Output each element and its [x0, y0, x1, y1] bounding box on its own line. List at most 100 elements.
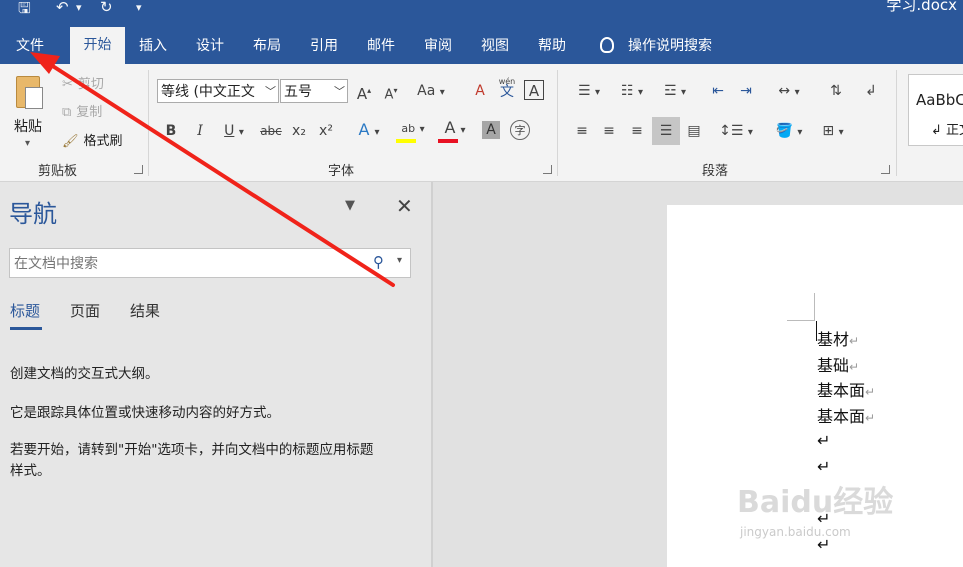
- tab-review[interactable]: 审阅: [424, 33, 452, 59]
- tab-layout[interactable]: 布局: [253, 33, 281, 59]
- search-input[interactable]: [12, 251, 366, 277]
- brush-icon: 🖌: [62, 134, 79, 149]
- customize-quick-access-icon[interactable]: ▾: [136, 1, 142, 14]
- clipboard-group-label: 剪贴板: [38, 164, 78, 179]
- paste-button[interactable]: 粘贴 ▾: [8, 72, 52, 156]
- clipboard-launcher-icon[interactable]: [134, 165, 143, 174]
- font-color-button[interactable]: A ▾: [437, 118, 473, 143]
- sort-button[interactable]: ⇅: [825, 81, 847, 101]
- font-launcher-icon[interactable]: [543, 165, 552, 174]
- document-line: 基础↵: [817, 356, 860, 375]
- paste-dropdown-icon: ▾: [25, 138, 31, 149]
- tab-mailings[interactable]: 邮件: [367, 33, 395, 59]
- tell-me-box[interactable]: 操作说明搜索: [600, 33, 712, 59]
- font-name-value: 等线 (中文正文: [161, 84, 255, 100]
- nav-description-2: 它是跟踪具体位置或快速移动内容的好方式。: [10, 405, 280, 421]
- redo-icon[interactable]: ↻: [100, 0, 113, 16]
- phonetic-guide-button[interactable]: wén 文: [496, 76, 518, 99]
- character-shading-button[interactable]: A: [482, 121, 500, 139]
- distributed-button[interactable]: ▤: [683, 121, 705, 141]
- document-page[interactable]: 基材↵ 基础↵ 基本面↵ 基本面↵ ↵ ↵ ↵ ↵ Baidu经验 jingya…: [667, 205, 963, 567]
- subscript-button[interactable]: x₂: [289, 121, 309, 141]
- tab-insert[interactable]: 插入: [139, 33, 167, 59]
- group-separator: [557, 70, 558, 176]
- watermark-url: jingyan.baidu.com: [740, 525, 851, 539]
- group-separator: [148, 70, 149, 176]
- decrease-indent-button[interactable]: ⇤: [707, 81, 729, 101]
- tab-file[interactable]: 文件: [16, 33, 44, 59]
- style-normal[interactable]: AaBbC ↲ 正文: [908, 74, 963, 146]
- character-border-button[interactable]: A: [524, 80, 544, 100]
- align-center-icon: ≡: [603, 123, 615, 139]
- distributed-icon: ▤: [687, 123, 701, 139]
- search-icon[interactable]: ⚲: [373, 253, 384, 271]
- lightbulb-icon: [600, 37, 614, 53]
- paste-label: 粘贴: [14, 119, 42, 135]
- superscript-button[interactable]: x²: [316, 121, 336, 141]
- title-bar: 🖫 ↶ ▾ ↻ ▾ 学习.docx: [0, 0, 963, 19]
- strikethrough-button[interactable]: abc: [258, 121, 284, 141]
- align-center-button[interactable]: ≡: [599, 121, 619, 141]
- clear-formatting-button[interactable]: A: [469, 81, 491, 101]
- chinese-layout-button[interactable]: ↔ ▾: [771, 81, 807, 103]
- nav-tab-pages[interactable]: 页面: [70, 300, 100, 321]
- close-icon[interactable]: ✕: [396, 194, 413, 218]
- nav-search-box: ⚲ ▾: [9, 248, 411, 278]
- cut-button[interactable]: ✂ 剪切: [62, 73, 104, 92]
- tab-design[interactable]: 设计: [196, 33, 224, 59]
- format-painter-button[interactable]: 🖌 格式刷: [62, 130, 123, 149]
- tab-view[interactable]: 视图: [481, 33, 509, 59]
- document-line: 基本面↵: [817, 407, 876, 426]
- align-left-button[interactable]: ≡: [572, 121, 592, 141]
- increase-indent-icon: ⇥: [740, 83, 752, 99]
- tab-help[interactable]: 帮助: [538, 33, 566, 59]
- font-size-combo[interactable]: 五号 ﹀: [280, 79, 348, 103]
- enclose-characters-button[interactable]: 字: [510, 120, 530, 140]
- show-marks-icon: ↲: [865, 83, 877, 99]
- text-effects-button[interactable]: A ▾: [352, 120, 386, 143]
- underline-button[interactable]: U ▾: [219, 121, 249, 143]
- nav-options-icon[interactable]: ▼: [345, 198, 355, 213]
- highlight-button[interactable]: ab ▾: [395, 118, 431, 143]
- shading-button[interactable]: 🪣 ▾: [770, 121, 808, 143]
- numbering-button[interactable]: ☷ ▾: [613, 81, 651, 103]
- line-spacing-button[interactable]: ↕☰ ▾: [718, 121, 754, 143]
- copy-label: 复制: [76, 105, 103, 120]
- increase-indent-button[interactable]: ⇥: [735, 81, 757, 101]
- clipboard-icon: [16, 76, 43, 109]
- grow-font-button[interactable]: A▴: [354, 81, 374, 104]
- empty-paragraph-mark: ↵: [817, 431, 831, 450]
- borders-button[interactable]: ⊞ ▾: [814, 121, 852, 143]
- change-case-button[interactable]: Aa ▾: [415, 81, 447, 103]
- bullets-button[interactable]: ☰ ▾: [570, 81, 608, 103]
- tab-references[interactable]: 引用: [310, 33, 338, 59]
- bold-button[interactable]: B: [163, 121, 179, 141]
- show-marks-button[interactable]: ↲: [860, 81, 882, 101]
- italic-button[interactable]: I: [192, 121, 208, 141]
- align-right-icon: ≡: [631, 123, 643, 139]
- tab-home[interactable]: 开始: [70, 27, 125, 64]
- paragraph-group-label: 段落: [702, 164, 729, 179]
- font-name-combo[interactable]: 等线 (中文正文 ﹀: [157, 79, 279, 103]
- chevron-down-icon: ﹀: [334, 85, 345, 98]
- cut-label: 剪切: [77, 77, 104, 92]
- multilevel-list-button[interactable]: ☲ ▾: [656, 81, 694, 103]
- nav-tab-results[interactable]: 结果: [130, 300, 160, 321]
- shrink-font-button[interactable]: A▾: [381, 81, 401, 105]
- search-dropdown-icon[interactable]: ▾: [397, 255, 402, 266]
- document-line: 基材↵: [817, 330, 860, 349]
- align-right-button[interactable]: ≡: [627, 121, 647, 141]
- group-separator: [896, 70, 897, 176]
- paragraph-launcher-icon[interactable]: [881, 165, 890, 174]
- bold-icon: B: [165, 123, 177, 139]
- nav-tab-headings[interactable]: 标题: [10, 300, 40, 321]
- subscript-icon: x₂: [292, 123, 306, 139]
- justify-button[interactable]: ☰: [652, 117, 680, 145]
- nav-title: 导航: [9, 200, 57, 228]
- strikethrough-icon: abc: [260, 124, 282, 138]
- bullet-list-icon: ☰: [577, 83, 591, 99]
- undo-dropdown-icon[interactable]: ▾: [76, 1, 82, 14]
- ribbon-tab-bar: 文件 开始 插入 设计 布局 引用 邮件 审阅 视图 帮助 操作说明搜索: [0, 19, 963, 64]
- undo-icon[interactable]: ↶: [56, 0, 69, 16]
- copy-button[interactable]: ⧉ 复制: [62, 101, 102, 120]
